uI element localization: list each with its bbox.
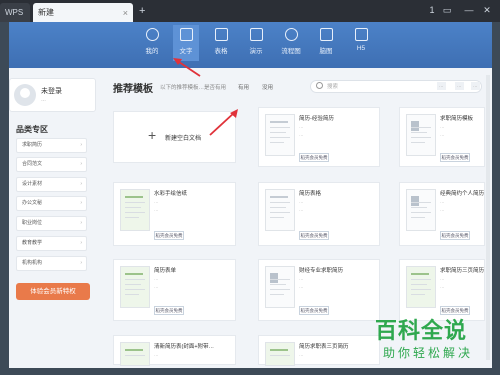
watermark-subtitle: 助你轻松解决	[383, 346, 474, 360]
arrow-to-blank-doc	[209, 111, 236, 136]
watermark-title: 百科全说	[375, 319, 468, 344]
